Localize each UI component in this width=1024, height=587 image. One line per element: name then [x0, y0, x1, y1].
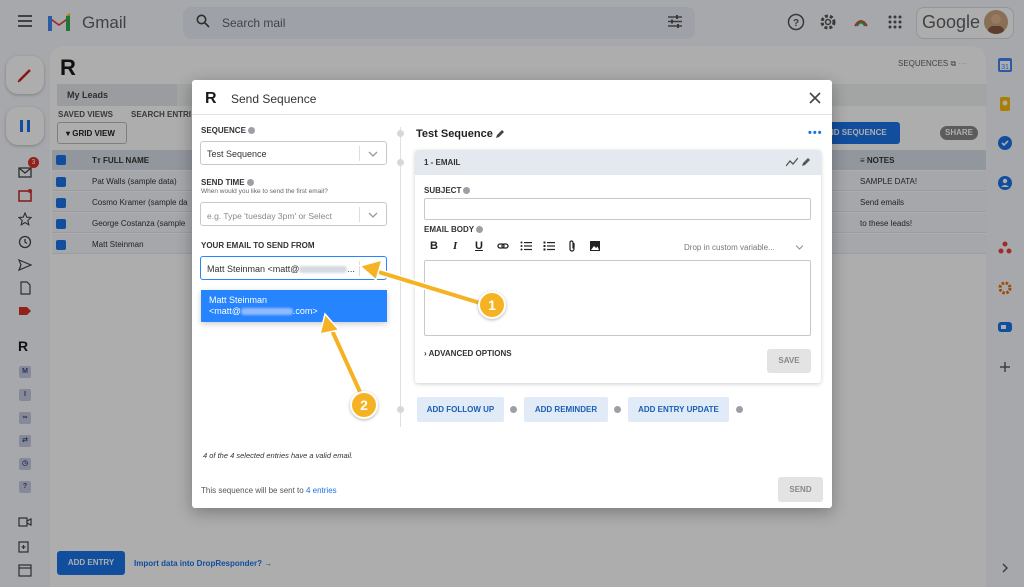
add-reminder-button[interactable]: ADD REMINDER — [524, 397, 608, 422]
pencil-icon[interactable] — [495, 129, 505, 139]
sequence-timeline — [400, 127, 401, 427]
info-icon — [463, 187, 471, 194]
modal-logo: R — [205, 90, 217, 107]
underline-icon[interactable]: U — [475, 240, 487, 252]
email-from-value: Matt Steinman <matt@... — [207, 264, 355, 274]
send-time-select[interactable]: e.g. Type 'tuesday 3pm' or Select — [200, 202, 387, 226]
italic-icon[interactable]: I — [453, 240, 465, 252]
info-icon — [247, 127, 255, 134]
analytics-icon[interactable] — [786, 157, 798, 167]
advanced-options-toggle[interactable]: › ADVANCED OPTIONS — [424, 349, 512, 358]
chevron-down-icon — [368, 151, 378, 157]
chevron-down-icon — [368, 266, 378, 272]
modal-divider — [192, 114, 832, 115]
email-dropdown-option[interactable]: Matt Steinman <matt@ .com> — [201, 290, 387, 322]
subject-input[interactable] — [424, 198, 811, 220]
email-step-header[interactable] — [415, 150, 821, 175]
sequence-label: SEQUENCE — [201, 126, 255, 135]
timeline-dot — [397, 406, 404, 413]
recipients-note: This sequence will be sent to 4 entries — [201, 486, 337, 495]
save-button[interactable]: SAVE — [767, 349, 811, 373]
bold-icon[interactable]: B — [430, 240, 442, 252]
send-time-placeholder: e.g. Type 'tuesday 3pm' or Select — [207, 211, 332, 221]
link-icon[interactable] — [497, 240, 509, 252]
option-email: <matt@ .com> — [209, 306, 318, 316]
email-from-select[interactable]: Matt Steinman <matt@... — [200, 256, 387, 280]
valid-email-note: 4 of the 4 selected entries have a valid… — [203, 451, 354, 460]
custom-variable-dropdown[interactable]: Drop in custom variable... — [684, 243, 775, 252]
timeline-dot — [397, 130, 404, 137]
add-follow-up-button[interactable]: ADD FOLLOW UP — [417, 397, 504, 422]
entries-link[interactable]: 4 entries — [306, 486, 337, 495]
attachment-icon[interactable] — [566, 240, 578, 252]
email-body-label: EMAIL BODY — [424, 225, 484, 234]
info-icon — [614, 406, 621, 413]
sequence-select-value: Test Sequence — [207, 149, 267, 159]
info-icon — [476, 226, 484, 233]
annotation-badge-1: 1 — [478, 291, 506, 319]
send-time-help: When would you like to send the first em… — [201, 188, 328, 195]
timeline-dot — [397, 159, 404, 166]
chevron-down-icon — [368, 212, 378, 218]
info-icon — [510, 406, 517, 413]
send-button[interactable]: SEND — [778, 477, 823, 502]
bullet-list-icon[interactable] — [520, 240, 532, 252]
add-entry-update-button[interactable]: ADD ENTRY UPDATE — [628, 397, 729, 422]
email-from-label: YOUR EMAIL TO SEND FROM — [201, 241, 315, 250]
image-icon[interactable] — [589, 240, 601, 252]
chevron-down-icon[interactable] — [795, 244, 804, 251]
more-options-icon[interactable]: ••• — [808, 127, 823, 139]
info-icon — [736, 406, 743, 413]
info-icon — [246, 179, 254, 186]
sequence-select[interactable]: Test Sequence — [200, 141, 387, 165]
close-icon[interactable] — [808, 91, 822, 105]
send-time-label: SEND TIME — [201, 178, 254, 187]
email-step-label: 1 - EMAIL — [424, 158, 461, 167]
numbered-list-icon[interactable] — [543, 240, 555, 252]
modal-title: Send Sequence — [231, 92, 317, 106]
subject-label: SUBJECT — [424, 186, 471, 195]
option-name: Matt Steinman — [209, 295, 268, 305]
annotation-badge-2: 2 — [350, 391, 378, 419]
edit-icon[interactable] — [801, 157, 811, 167]
sequence-name: Test Sequence — [416, 128, 493, 140]
